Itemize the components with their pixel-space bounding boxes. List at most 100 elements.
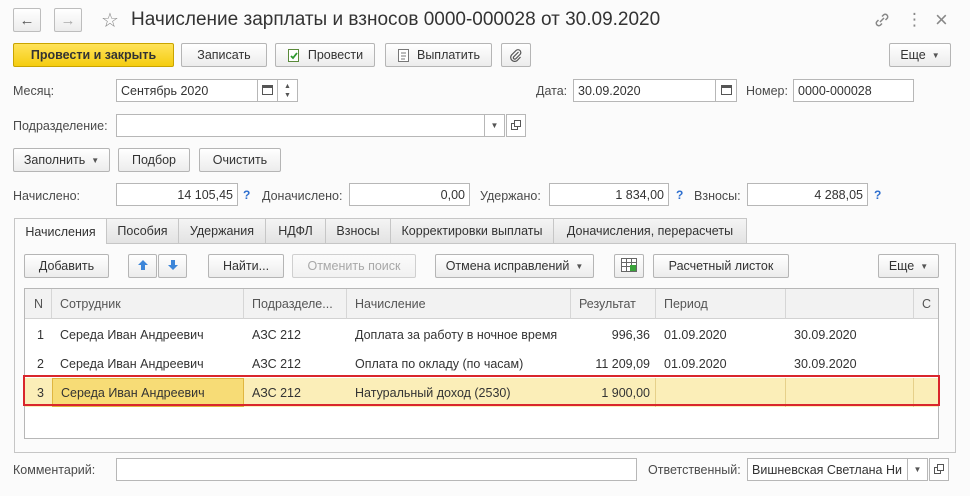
open-window-icon	[934, 463, 944, 477]
cell-employee: Середа Иван Андреевич	[60, 327, 204, 342]
more-menu-button[interactable]: Еще ▼	[889, 43, 951, 67]
tab-deductions[interactable]: Удержания	[178, 218, 266, 243]
additional-label: Доначислено:	[262, 189, 343, 203]
payslip-button[interactable]: Расчетный листок	[653, 254, 789, 278]
cell-period-from: 01.09.2020	[664, 356, 727, 371]
stepper-up-icon: ▲	[284, 82, 291, 90]
additional-field: 0,00	[349, 183, 470, 206]
move-down-button[interactable]	[158, 254, 187, 278]
favorite-star-icon[interactable]: ☆	[101, 8, 119, 33]
add-row-button[interactable]: Добавить	[24, 254, 109, 278]
withheld-field: 1 834,00	[549, 183, 669, 206]
column-header-period[interactable]: Период	[656, 289, 786, 319]
withheld-help-icon[interactable]: ?	[676, 188, 683, 202]
date-calendar-button[interactable]	[715, 79, 737, 102]
post-doc-icon	[287, 48, 301, 63]
withheld-label: Удержано:	[480, 189, 541, 203]
responsible-open-button[interactable]	[929, 458, 949, 481]
comment-field[interactable]	[116, 458, 637, 481]
move-up-button[interactable]	[128, 254, 157, 278]
cancel-corrections-label: Отмена исправлений	[445, 259, 570, 273]
tab-payment-corrections[interactable]: Корректировки выплаты	[390, 218, 554, 243]
accrued-help-icon[interactable]: ?	[243, 188, 250, 202]
table-row[interactable]: 2 Середа Иван Андреевич АЗС 212 Оплата п…	[25, 349, 938, 378]
month-stepper[interactable]: ▲ ▼	[277, 79, 298, 102]
contributions-field: 4 288,05	[747, 183, 868, 206]
cancel-corrections-button[interactable]: Отмена исправлений ▼	[435, 254, 594, 278]
arrow-up-icon	[137, 259, 149, 274]
cell-accrual: Доплата за работу в ночное время	[355, 327, 558, 342]
pay-button-label: Выплатить	[416, 48, 480, 62]
tab-contributions[interactable]: Взносы	[325, 218, 391, 243]
more-vertical-icon[interactable]: ⋮	[906, 10, 923, 30]
table-row-selected[interactable]: 3 Середа Иван Андреевич АЗС 212 Натураль…	[25, 378, 938, 407]
calendar-icon	[262, 84, 273, 98]
tab-accruals[interactable]: Начисления	[14, 218, 107, 244]
division-dropdown-button[interactable]: ▼	[484, 114, 505, 137]
tab-additional-recalculations[interactable]: Доначисления, перерасчеты	[553, 218, 747, 243]
more-label: Еще	[900, 48, 926, 62]
caret-down-icon: ▼	[920, 261, 929, 271]
fill-button[interactable]: Заполнить ▼	[13, 148, 110, 172]
open-window-icon	[511, 119, 521, 133]
accruals-table[interactable]: N Сотрудник Подразделе... Начисление Рез…	[24, 288, 939, 439]
clear-button[interactable]: Очистить	[199, 148, 281, 172]
post-button-label: Провести	[307, 48, 364, 62]
tab-benefits[interactable]: Пособия	[106, 218, 179, 243]
table-more-button[interactable]: Еще ▼	[878, 254, 939, 278]
number-field[interactable]: 0000-000028	[793, 79, 914, 102]
select-button[interactable]: Подбор	[118, 148, 190, 172]
comment-label: Комментарий:	[13, 463, 96, 477]
table-grid-icon	[621, 257, 637, 275]
attach-button[interactable]	[501, 43, 531, 67]
caret-down-icon: ▼	[931, 50, 940, 60]
cell-result: 996,36	[611, 327, 650, 342]
table-settings-button[interactable]	[614, 254, 644, 278]
responsible-field[interactable]: Вишневская Светлана Ни	[747, 458, 908, 481]
month-field[interactable]: Сентябрь 2020	[116, 79, 258, 102]
responsible-dropdown-button[interactable]: ▼	[907, 458, 928, 481]
cell-division: АЗС 212	[252, 385, 301, 400]
find-button[interactable]: Найти...	[208, 254, 284, 278]
column-header-accrual[interactable]: Начисление	[347, 289, 571, 319]
close-icon[interactable]: ×	[935, 7, 948, 33]
column-header-division[interactable]: Подразделе...	[244, 289, 347, 319]
cell-n: 2	[37, 356, 44, 371]
column-header-c[interactable]: С	[914, 289, 938, 319]
column-divider	[913, 378, 914, 407]
contributions-label: Взносы:	[694, 189, 741, 203]
cell-n: 3	[37, 385, 44, 400]
column-header-result[interactable]: Результат	[571, 289, 656, 319]
save-button[interactable]: Записать	[181, 43, 267, 67]
page-title: Начисление зарплаты и взносов 0000-00002…	[131, 9, 661, 30]
column-header-employee[interactable]: Сотрудник	[52, 289, 244, 319]
column-header-period-end[interactable]	[786, 289, 914, 319]
post-and-close-button[interactable]: Провести и закрыть	[13, 43, 174, 67]
division-open-button[interactable]	[506, 114, 526, 137]
number-label: Номер:	[746, 84, 788, 98]
forward-button[interactable]: →	[54, 8, 82, 32]
accrued-label: Начислено:	[13, 189, 81, 203]
column-header-n[interactable]: N	[25, 289, 52, 319]
cell-employee[interactable]: Середа Иван Андреевич	[52, 378, 244, 407]
caret-down-icon: ▼	[913, 465, 922, 474]
caret-down-icon: ▼	[575, 261, 584, 271]
calendar-button[interactable]	[257, 79, 278, 102]
back-button[interactable]: ←	[13, 8, 41, 32]
post-button[interactable]: Провести	[275, 43, 375, 67]
pay-button[interactable]: Выплатить	[385, 43, 492, 67]
table-row[interactable]: 1 Середа Иван Андреевич АЗС 212 Доплата …	[25, 320, 938, 349]
date-field[interactable]: 30.09.2020	[573, 79, 716, 102]
cell-result: 11 209,09	[595, 356, 650, 371]
paperclip-icon	[509, 48, 523, 62]
division-label: Подразделение:	[13, 119, 108, 133]
caret-down-icon: ▼	[490, 121, 499, 130]
column-divider	[655, 378, 656, 407]
cell-employee: Середа Иван Андреевич	[60, 356, 204, 371]
cancel-search-button[interactable]: Отменить поиск	[292, 254, 416, 278]
division-field[interactable]	[116, 114, 485, 137]
tab-ndfl[interactable]: НДФЛ	[265, 218, 326, 243]
link-icon[interactable]	[873, 11, 891, 32]
fill-label: Заполнить	[23, 153, 86, 167]
contributions-help-icon[interactable]: ?	[874, 188, 881, 202]
